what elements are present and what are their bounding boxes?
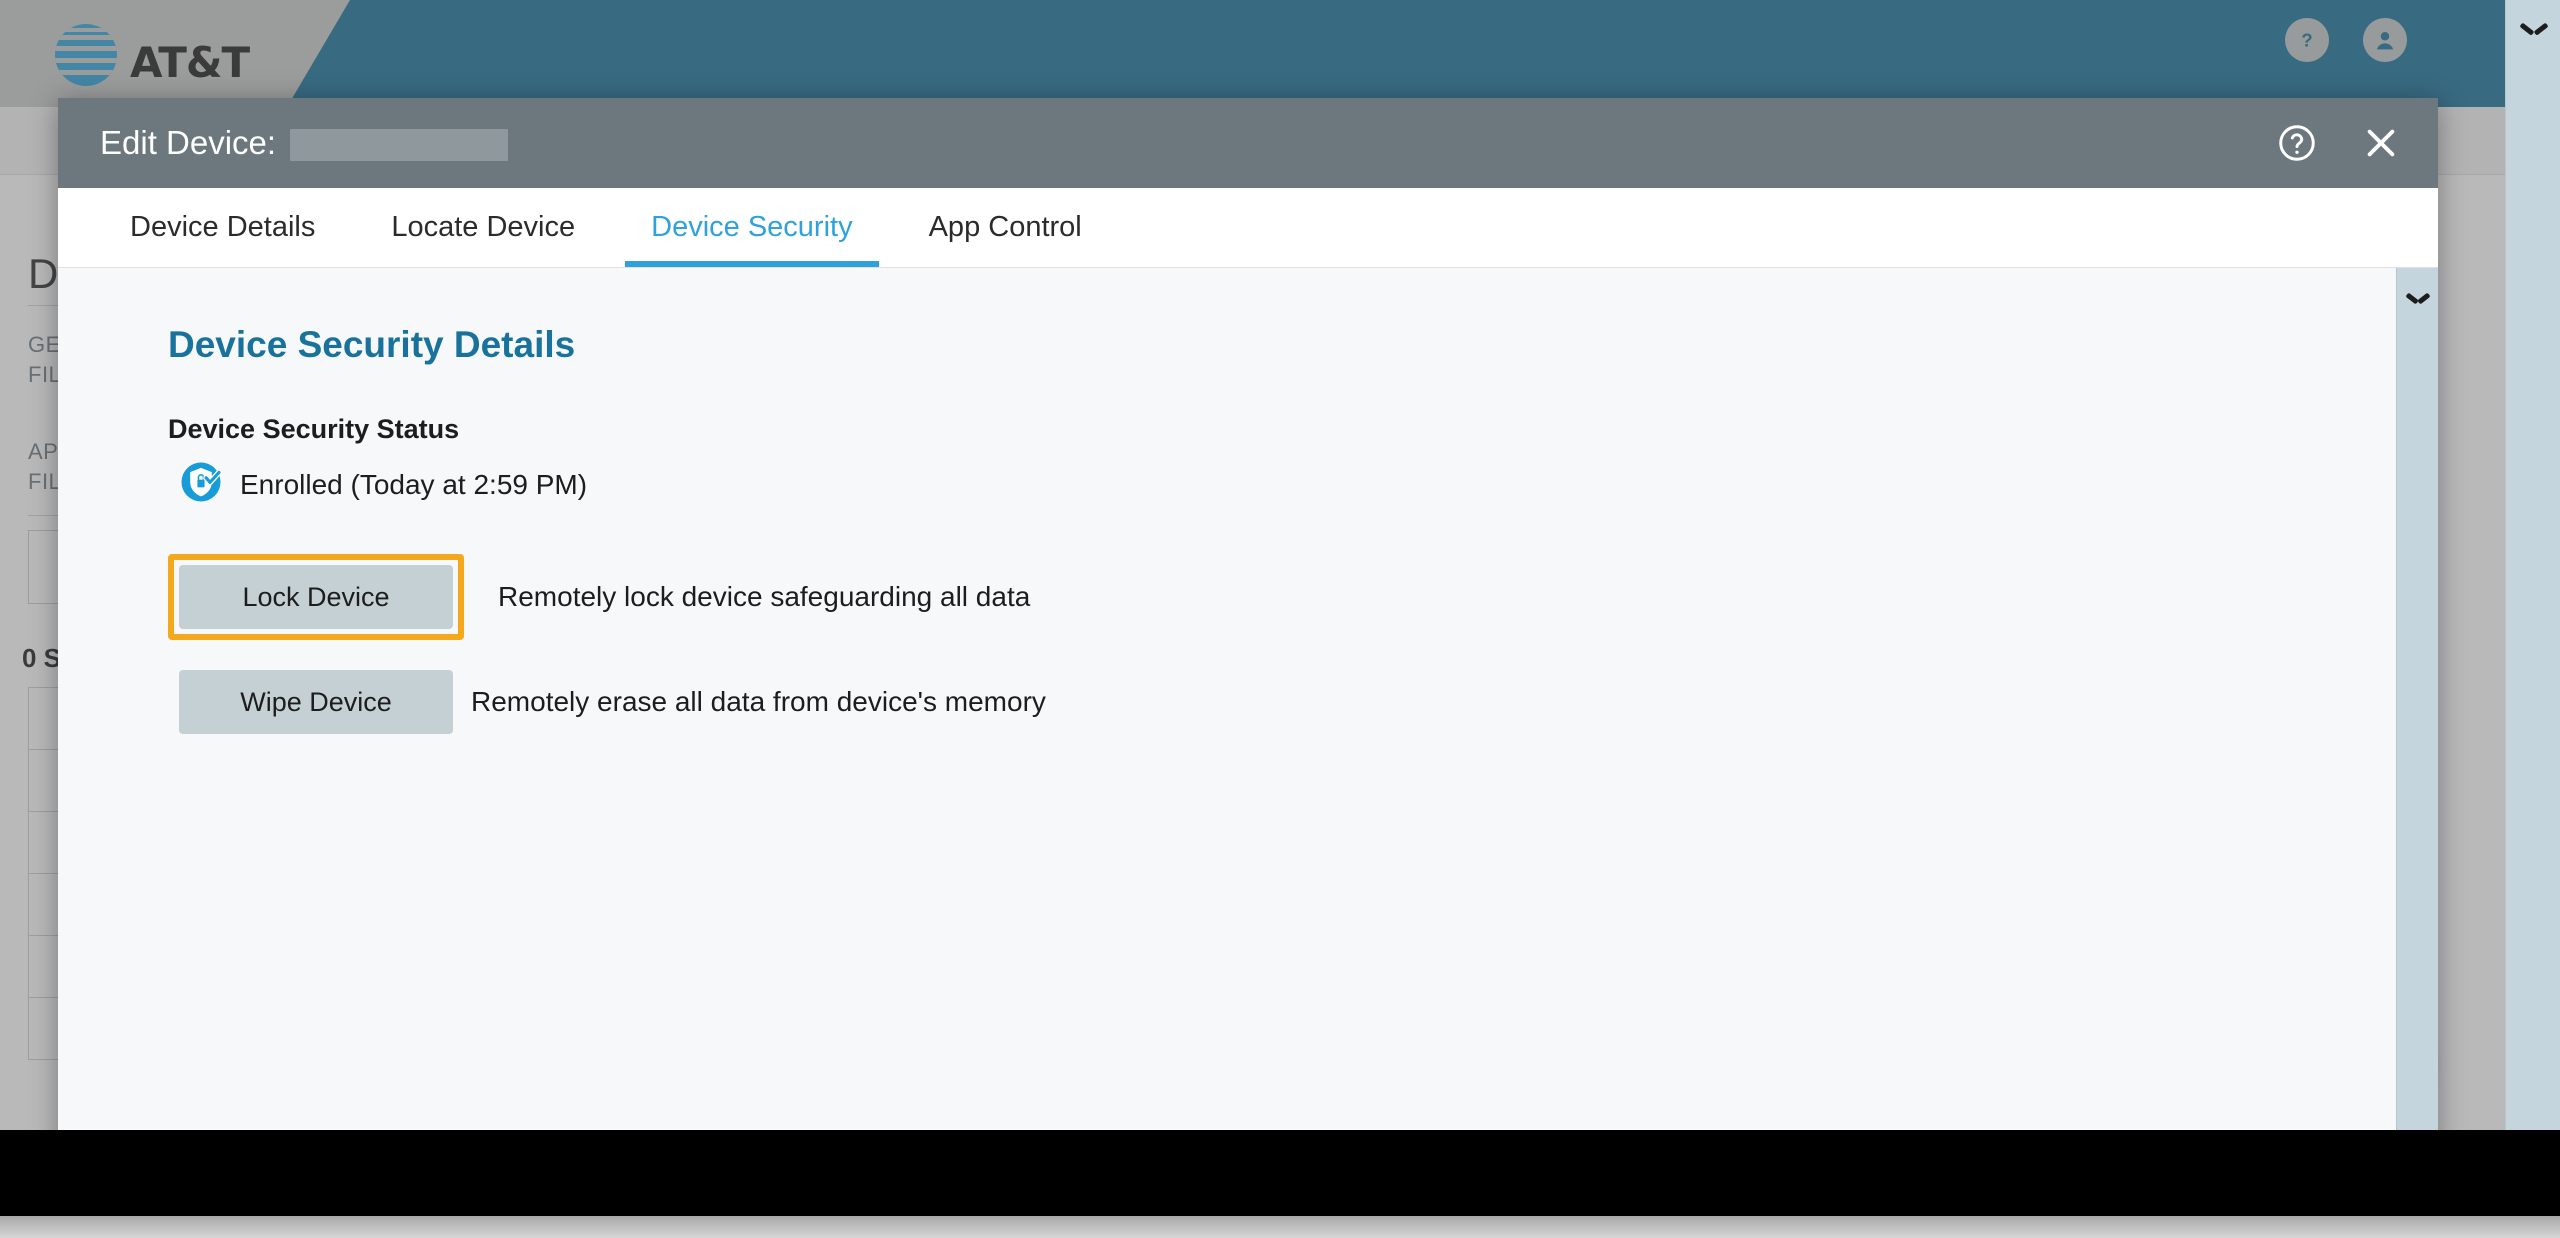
section-title: Device Security Details [168,324,576,365]
modal-title: Edit Device: [100,124,509,162]
lock-device-button[interactable]: Lock Device [179,565,453,629]
modal-header: Edit Device: [58,98,2438,188]
tab-app-control[interactable]: App Control [903,188,1108,267]
device-name-redacted [290,129,509,162]
modal-scrollbar[interactable] [2396,268,2438,1198]
edit-device-modal: Edit Device: Device Details Locate Devic… [58,98,2438,1198]
modal-scroll-up-icon[interactable] [2397,274,2438,318]
lock-device-description: Remotely lock device safeguarding all da… [498,581,1031,612]
wipe-device-button[interactable]: Wipe Device [179,670,453,734]
screen-root: AT&T ? D GE FIL AP FIL 0 S Edit Device: … [0,0,2560,1238]
modal-title-label: Edit Device: [100,124,277,161]
shield-check-enrolled-icon [180,461,222,508]
modal-tabs: Device Details Locate Device Device Secu… [58,188,2438,268]
modal-close-icon[interactable] [2360,122,2402,164]
chevron-up-glyph [2407,290,2429,302]
chevron-up-glyph [2521,20,2547,34]
bottom-gutter [0,1216,2560,1238]
tab-locate-device[interactable]: Locate Device [365,188,601,267]
scroll-up-icon[interactable] [2506,4,2560,50]
modal-header-actions [2276,122,2402,164]
tab-device-details[interactable]: Device Details [104,188,341,267]
status-label: Device Security Status [168,414,460,444]
wipe-device-row: Wipe Device Remotely erase all data from… [179,670,2438,734]
tab-device-security[interactable]: Device Security [625,188,880,267]
modal-help-icon[interactable] [2276,122,2318,164]
modal-content-pane: Device Security Details Device Security … [58,268,2438,1198]
wipe-device-description: Remotely erase all data from device's me… [471,686,1046,717]
lock-device-focus-ring: Lock Device [168,554,464,640]
device-security-panel: Device Security Details Device Security … [58,268,2438,734]
device-security-status-row: Enrolled (Today at 2:59 PM) [180,461,2438,508]
lock-device-row: Lock Device Remotely lock device safegua… [168,554,2438,640]
status-value: Enrolled (Today at 2:59 PM) [240,468,588,500]
page-scrollbar[interactable] [2505,0,2560,1238]
